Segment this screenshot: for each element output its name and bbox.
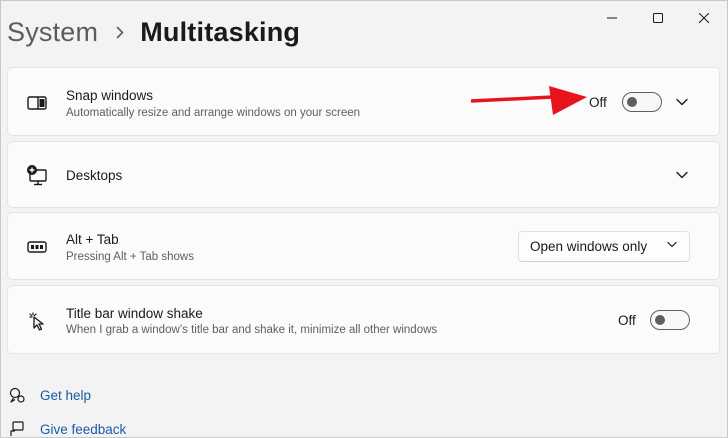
feedback-icon	[10, 421, 24, 436]
annotation-arrow-head	[549, 86, 587, 115]
minimize-icon	[607, 17, 617, 19]
setting-description: When I grab a window’s title bar and sha…	[66, 324, 438, 336]
alt-tab-dropdown[interactable]: Open windows only	[518, 231, 690, 262]
setting-card-title-bar-shake: Title bar window shake When I grab a win…	[7, 285, 720, 354]
chevron-down-icon	[667, 241, 677, 248]
breadcrumb: System Multitasking	[7, 13, 300, 51]
get-help-link[interactable]: Get help	[9, 387, 91, 403]
close-icon	[699, 13, 709, 23]
link-label: Give feedback	[40, 421, 127, 437]
setting-title: Snap windows	[66, 88, 154, 103]
window-controls	[589, 1, 727, 35]
chevron-down-icon[interactable]	[674, 167, 690, 183]
page-title: Multitasking	[140, 16, 301, 47]
toggle-knob	[655, 315, 665, 325]
desktops-icon	[26, 164, 48, 186]
link-label: Get help	[40, 387, 92, 403]
minimize-button[interactable]	[589, 1, 635, 35]
snap-windows-toggle[interactable]	[622, 92, 662, 112]
setting-card-alt-tab: Alt + Tab Pressing Alt + Tab shows Open …	[7, 212, 720, 280]
chevron-down-icon[interactable]	[674, 94, 690, 110]
help-icon	[9, 387, 25, 403]
give-feedback-link[interactable]: Give feedback	[9, 421, 126, 437]
snap-windows-icon	[26, 92, 48, 114]
dropdown-value: Open windows only	[530, 239, 648, 254]
setting-description: Automatically resize and arrange windows…	[66, 107, 361, 119]
alt-tab-icon	[26, 236, 48, 258]
setting-title: Desktops	[66, 168, 123, 183]
toggle-state-label: Off	[618, 313, 636, 328]
maximize-icon	[653, 13, 663, 23]
window-shake-toggle[interactable]	[650, 310, 690, 330]
close-button[interactable]	[681, 1, 727, 35]
setting-card-snap-windows[interactable]: Snap windows Automatically resize and ar…	[7, 67, 720, 136]
chevron-right-icon	[116, 26, 124, 39]
setting-title: Alt + Tab	[66, 232, 119, 247]
annotation-arrow-icon	[471, 86, 587, 115]
setting-description: Pressing Alt + Tab shows	[66, 251, 194, 263]
setting-title: Title bar window shake	[66, 306, 203, 321]
annotation-arrow-shaft	[471, 95, 555, 103]
maximize-button[interactable]	[635, 1, 681, 35]
setting-card-desktops[interactable]: Desktops	[7, 141, 720, 208]
window-shake-icon	[26, 310, 48, 332]
breadcrumb-parent[interactable]: System	[7, 17, 98, 48]
toggle-knob	[627, 97, 637, 107]
toggle-state-label: Off	[589, 95, 607, 110]
